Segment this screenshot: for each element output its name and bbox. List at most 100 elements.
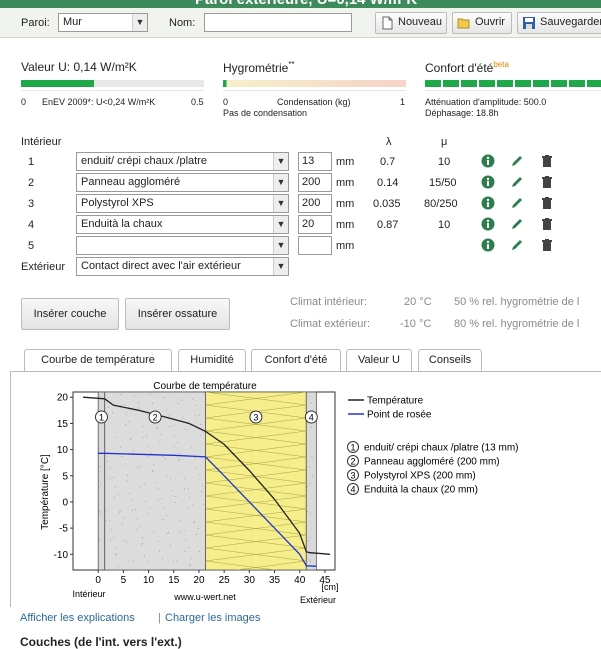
exterior-climate-temp[interactable]: -10 °C (400, 318, 431, 330)
insert-frame-button[interactable]: Insérer ossature (125, 298, 230, 330)
thickness-input[interactable]: 200 (298, 173, 332, 192)
thickness-input[interactable]: 13 (298, 152, 332, 171)
new-button[interactable]: Nouveau (375, 12, 447, 34)
comfort-divider (425, 90, 601, 91)
texture-dot (312, 475, 313, 477)
texture-dot (181, 399, 183, 401)
u-scale-ref: EnEV 2009*: U<0,24 W/m²K (42, 97, 156, 107)
info-icon[interactable] (481, 154, 495, 168)
texture-dot (199, 550, 201, 552)
mu-value: 10 (438, 156, 451, 168)
texture-dot (189, 565, 191, 566)
texture-dot (150, 393, 152, 395)
comfort-line1: Atténuation d'amplitude: 500.0 (425, 97, 547, 107)
exterior-climate-humidity[interactable]: 80 % rel. hygrométrie de l (454, 318, 579, 330)
open-button[interactable]: Ouvrir (452, 12, 512, 34)
save-button[interactable]: Sauvegarder (517, 12, 601, 34)
legend-series-label: Point de rosée (367, 410, 432, 421)
texture-dot (307, 540, 309, 542)
texture-dot (306, 486, 308, 488)
x-tick-label: 15 (168, 575, 180, 586)
texture-dot (170, 477, 171, 479)
pencil-icon[interactable] (510, 175, 524, 189)
interior-climate-humidity[interactable]: 50 % rel. hygrométrie de l (454, 296, 579, 308)
x-axis-exterior-label: Extérieur (300, 595, 336, 605)
texture-dot (166, 409, 168, 411)
hygro-scale-label: Condensation (kg) (277, 97, 351, 107)
texture-dot (110, 529, 112, 531)
info-icon[interactable] (481, 238, 495, 252)
texture-dot (109, 467, 111, 468)
pencil-icon[interactable] (510, 238, 524, 252)
trash-icon[interactable] (540, 217, 554, 231)
texture-dot (305, 442, 307, 444)
thickness-input[interactable]: 20 (298, 215, 332, 234)
tab-humidity[interactable]: Humidité (178, 349, 246, 371)
comfort-title-text: Confort d'été (425, 61, 494, 75)
texture-dot (149, 506, 151, 508)
exterior-select[interactable]: Contact direct avec l'air extérieur ▼ (76, 257, 289, 276)
info-icon[interactable] (481, 175, 495, 189)
texture-dot (153, 463, 155, 465)
pencil-icon[interactable] (510, 217, 524, 231)
texture-dot (184, 550, 186, 552)
tab-u-value[interactable]: Valeur U (346, 349, 412, 371)
paroi-select-value: Mur (63, 16, 82, 28)
texture-dot (129, 559, 130, 561)
thickness-input[interactable] (298, 236, 332, 255)
material-select[interactable]: enduit/ crépi chaux /platre ▼ (76, 152, 289, 171)
texture-dot (120, 404, 122, 406)
show-explanations-link[interactable]: Afficher les explications (20, 612, 135, 624)
texture-dot (168, 426, 170, 428)
y-tick-label: 10 (57, 445, 69, 456)
info-icon[interactable] (481, 217, 495, 231)
y-tick-label: -5 (59, 524, 68, 535)
trash-icon[interactable] (540, 175, 554, 189)
x-tick-label: 35 (269, 575, 281, 586)
texture-dot (124, 463, 126, 465)
texture-dot (116, 547, 117, 549)
texture-dot (308, 559, 310, 561)
pencil-icon[interactable] (510, 154, 524, 168)
tab-temperature-curve[interactable]: Courbe de température (24, 349, 172, 372)
texture-dot (148, 512, 149, 514)
new-button-label: Nouveau (398, 16, 443, 28)
tab-advice[interactable]: Conseils (418, 349, 482, 371)
legend-layer-number: 4 (350, 485, 355, 495)
load-images-link[interactable]: Charger les images (165, 612, 260, 624)
layer-number-label: 2 (153, 413, 158, 423)
exterior-value: Contact direct avec l'air extérieur (81, 260, 241, 272)
new-document-icon (382, 16, 393, 30)
texture-dot (192, 504, 194, 506)
exterior-climate-label: Climat extérieur: (290, 318, 371, 330)
material-select[interactable]: ▼ (76, 236, 289, 255)
tab-summer-comfort[interactable]: Confort d'été (251, 349, 341, 371)
texture-dot (113, 497, 115, 499)
texture-dot (162, 518, 164, 520)
info-icon[interactable] (481, 196, 495, 210)
texture-dot (311, 427, 312, 429)
nom-input[interactable] (204, 13, 352, 32)
material-select[interactable]: Polystyrol XPS ▼ (76, 194, 289, 213)
texture-dot (98, 510, 100, 512)
material-select[interactable]: Panneau aggloméré ▼ (76, 173, 289, 192)
u-scale-max: 0.5 (191, 97, 204, 107)
trash-icon[interactable] (540, 196, 554, 210)
material-select[interactable]: Enduità la chaux ▼ (76, 215, 289, 234)
texture-dot (197, 528, 199, 529)
layer-number: 5 (28, 240, 35, 252)
interior-climate-temp[interactable]: 20 °C (404, 296, 432, 308)
comfort-bar (425, 80, 601, 87)
texture-dot (131, 509, 133, 511)
texture-dot (308, 396, 310, 397)
texture-dot (109, 477, 111, 479)
trash-icon[interactable] (540, 238, 554, 252)
trash-icon[interactable] (540, 154, 554, 168)
texture-dot (129, 438, 131, 440)
texture-dot (173, 445, 175, 447)
texture-dot (139, 466, 141, 468)
paroi-select[interactable]: Mur ▼ (58, 13, 148, 32)
pencil-icon[interactable] (510, 196, 524, 210)
insert-layer-button[interactable]: Insérer couche (21, 298, 119, 330)
thickness-input[interactable]: 200 (298, 194, 332, 213)
